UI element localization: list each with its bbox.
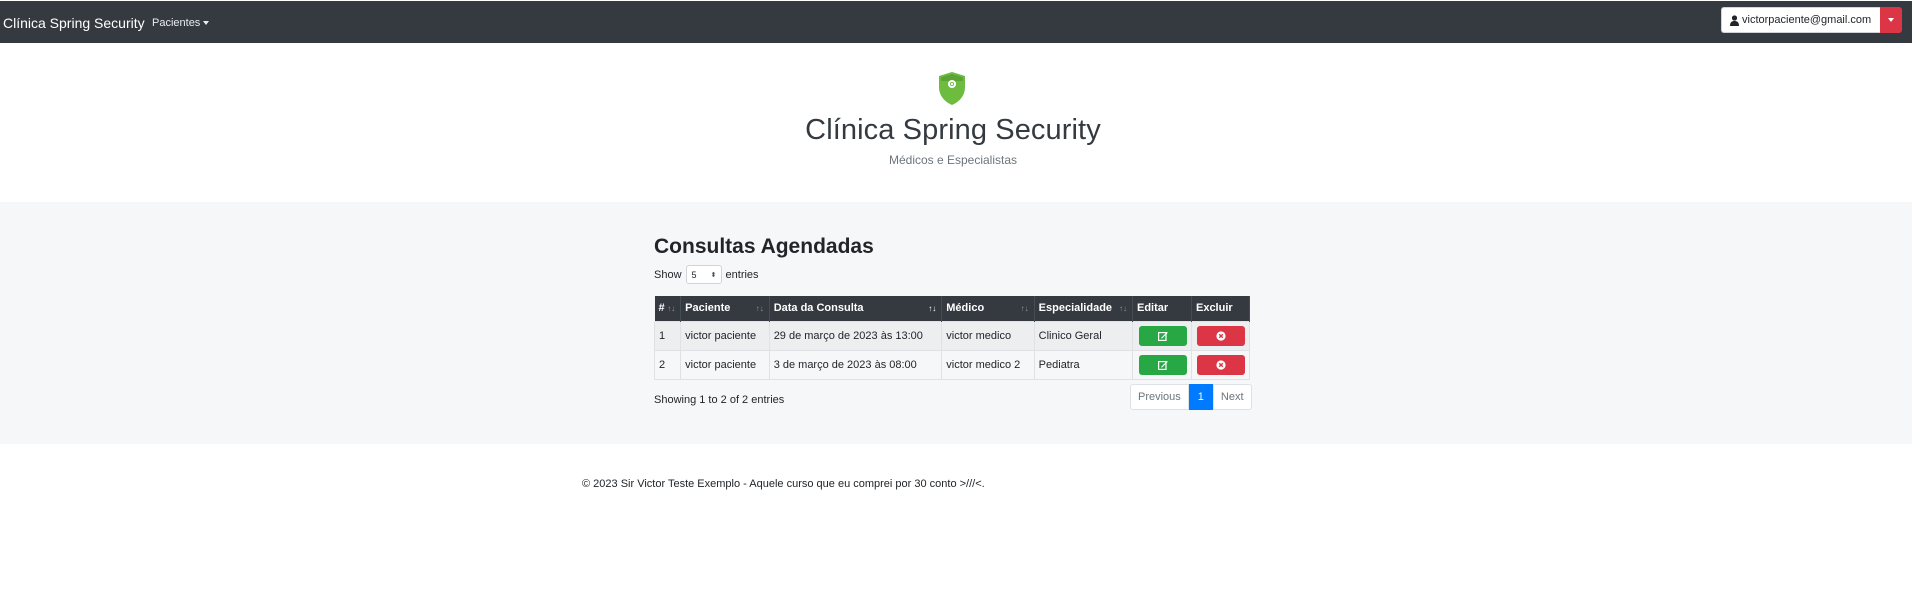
column-header-medico[interactable]: Médico ↑↓: [941, 296, 1035, 321]
navbar-brand[interactable]: Clínica Spring Security: [3, 15, 145, 31]
cell-editar: [1131, 320, 1192, 351]
pacientes-dropdown[interactable]: Pacientes: [152, 17, 210, 29]
caret-down-icon: [203, 21, 210, 26]
sort-icon: ↑↓: [667, 304, 676, 313]
times-circle-icon: [1216, 359, 1226, 370]
delete-button[interactable]: [1196, 354, 1245, 375]
site-title: Clínica Spring Security: [805, 114, 1101, 146]
next-page-button[interactable]: Next: [1212, 384, 1252, 410]
page-length-value: 5: [691, 269, 697, 280]
cell-medico: victor medico 2: [941, 349, 1035, 380]
pagination: Previous 1 Next: [1130, 384, 1252, 410]
edit-button[interactable]: [1138, 325, 1187, 346]
sort-icon: ↑↓: [755, 304, 764, 313]
cell-editar: [1131, 349, 1192, 380]
cell-id: 2: [653, 349, 682, 380]
column-header-label: Especialidade: [1038, 302, 1113, 315]
sort-active-icon: ↑↓: [928, 304, 937, 313]
table-info: Showing 1 to 2 of 2 entries: [654, 394, 785, 406]
column-header-excluir: Excluir: [1191, 296, 1251, 321]
page-length-select[interactable]: 5 ⬍: [685, 265, 722, 284]
column-header-label: Editar: [1136, 302, 1169, 315]
select-arrows-icon: ⬍: [710, 271, 717, 279]
cell-data: 29 de março de 2023 às 13:00: [768, 320, 943, 351]
caret-down-icon: [1888, 18, 1895, 22]
table-row: 1 victor paciente 29 de março de 2023 às…: [653, 320, 1251, 351]
show-label: Show: [654, 268, 682, 281]
cell-id: 1: [653, 320, 682, 351]
column-header-paciente[interactable]: Paciente ↑↓: [680, 296, 770, 321]
sort-icon: ↑↓: [1020, 304, 1029, 313]
edit-icon: [1157, 331, 1168, 341]
section-title: Consultas Agendadas: [654, 235, 874, 258]
cell-data: 3 de março de 2023 às 08:00: [768, 349, 943, 380]
cell-paciente: victor paciente: [680, 349, 770, 380]
column-header-label: Excluir: [1195, 302, 1233, 315]
top-navbar: Clínica Spring Security Pacientes victor…: [0, 0, 1912, 43]
user-menu: victorpaciente@gmail.com: [1721, 7, 1903, 33]
delete-button[interactable]: [1196, 325, 1245, 346]
cell-especialidade: Clinico Geral: [1033, 320, 1133, 351]
column-header-data[interactable]: Data da Consulta ↑↓: [769, 296, 943, 321]
entries-label: entries: [725, 268, 759, 281]
table-row: 2 victor paciente 3 de março de 2023 às …: [653, 349, 1251, 380]
column-header-editar: Editar: [1132, 296, 1192, 321]
cell-excluir: [1190, 349, 1251, 380]
times-circle-icon: [1216, 330, 1226, 341]
footer-text: © 2023 Sir Victor Teste Exemplo - Aquele…: [582, 478, 985, 490]
sort-icon: ↑↓: [1118, 304, 1127, 313]
cell-excluir: [1190, 320, 1251, 351]
edit-button[interactable]: [1138, 354, 1187, 375]
user-dropdown-toggle[interactable]: [1880, 7, 1903, 33]
column-header-id[interactable]: # ↑↓: [654, 296, 682, 321]
page-length-control: Show 5 ⬍ entries: [654, 265, 759, 284]
pacientes-dropdown-label: Pacientes: [152, 17, 201, 29]
cell-medico: victor medico: [941, 320, 1035, 351]
cell-especialidade: Pediatra: [1033, 349, 1133, 380]
previous-page-button[interactable]: Previous: [1130, 384, 1189, 410]
cell-paciente: victor paciente: [680, 320, 770, 351]
column-header-label: #: [658, 302, 665, 315]
user-email: victorpaciente@gmail.com: [1742, 14, 1872, 26]
column-header-label: Paciente: [685, 302, 731, 315]
edit-icon: [1157, 360, 1168, 370]
page-1-button[interactable]: 1: [1188, 384, 1213, 410]
column-header-label: Data da Consulta: [773, 302, 864, 315]
table-header-row: # ↑↓ Paciente ↑↓ Data da Consulta ↑↓ Médico…: [654, 296, 1251, 321]
column-header-label: Médico: [946, 302, 985, 315]
user-icon: [1730, 14, 1739, 26]
column-header-especialidade[interactable]: Especialidade ↑↓: [1034, 296, 1133, 321]
shield-icon: [939, 72, 965, 105]
site-subtitle: Médicos e Especialistas: [888, 153, 1018, 167]
user-button[interactable]: victorpaciente@gmail.com: [1721, 7, 1881, 33]
consultas-table: # ↑↓ Paciente ↑↓ Data da Consulta ↑↓ Médico…: [653, 296, 1251, 380]
